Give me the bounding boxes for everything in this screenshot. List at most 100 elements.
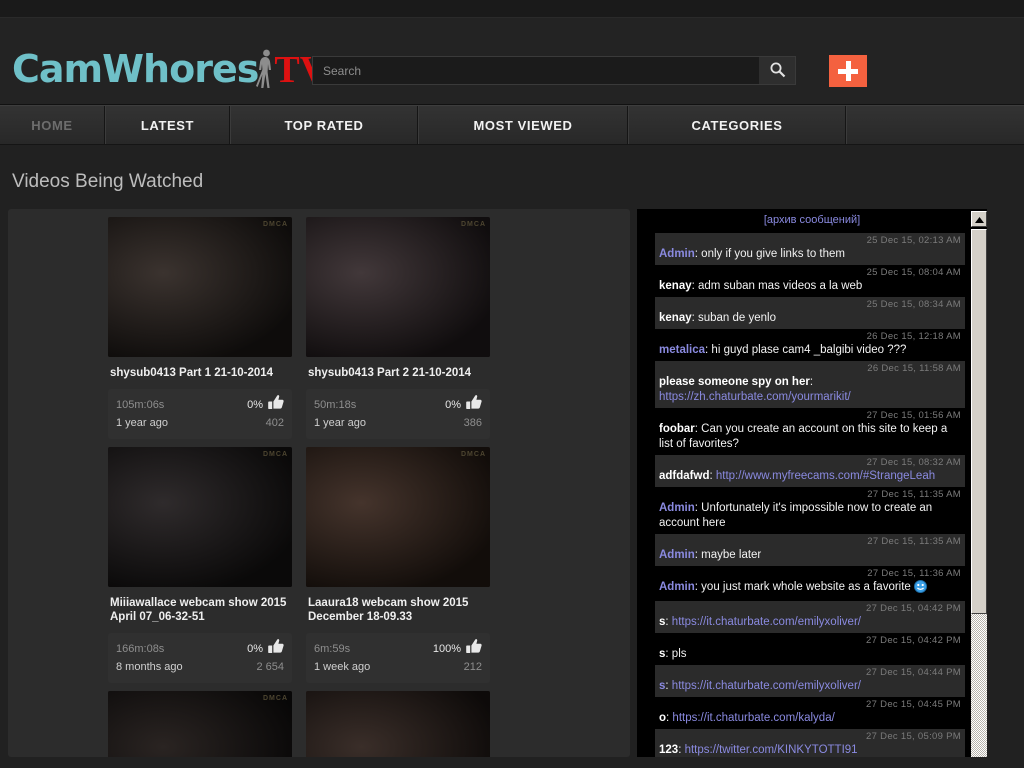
video-title[interactable]: Laaura18 webcam show 2015 December 18-09… xyxy=(306,587,490,624)
chat-message-timestamp: 26 Dec 15, 12:18 AM xyxy=(866,331,961,342)
chat-message-author[interactable]: foobar xyxy=(659,423,695,435)
chat-message-line: kenay: suban de yenlo xyxy=(659,311,961,326)
chat-message-text: : xyxy=(809,376,814,388)
chat-message-text: : adm suban mas videos a la web xyxy=(691,280,863,292)
chat-message-author[interactable]: kenay xyxy=(659,312,692,324)
chat-message-author[interactable]: Admin xyxy=(659,581,695,593)
chat-message: 27 Dec 15, 04:42 PM s: pls xyxy=(655,633,965,665)
video-title[interactable]: shysub0413 Part 2 21-10-2014 xyxy=(306,357,490,380)
chat-message-link[interactable]: https://zh.chaturbate.com/yourmarikit/ xyxy=(659,391,851,403)
video-thumbnail[interactable] xyxy=(306,691,490,757)
chat-message-timestamp: 27 Dec 15, 11:35 AM xyxy=(867,536,961,547)
chat-message-author[interactable]: Admin xyxy=(659,549,695,561)
nav-item-latest[interactable]: LATEST xyxy=(105,106,230,144)
logo-text-camwhores: CamWhores xyxy=(12,47,259,91)
video-grid: DMCA shysub0413 Part 1 21-10-2014 105m:06s… xyxy=(108,217,528,757)
chat-message: 27 Dec 15, 04:44 PM s: https://it.chaturb… xyxy=(655,665,965,697)
nav-item-top-rated[interactable]: TOP RATED xyxy=(230,106,418,144)
smiley-blue-icon xyxy=(914,580,928,598)
chat-message: 27 Dec 15, 11:36 AM Admin: you just mark … xyxy=(655,566,965,601)
video-thumbnail[interactable]: DMCA xyxy=(306,217,490,357)
chat-message-author[interactable]: metalica xyxy=(659,344,705,356)
video-added-date: 8 months ago xyxy=(116,661,183,673)
chat-message-link[interactable]: http://www.myfreecams.com/#StrangeLeah xyxy=(716,470,935,482)
video-view-count: 386 xyxy=(463,417,482,429)
chat-message-text: : suban de yenlo xyxy=(691,312,777,324)
chat-message: 25 Dec 15, 08:34 AM kenay: suban de yenlo xyxy=(655,297,965,329)
chat-message-line: s: pls xyxy=(659,647,961,662)
chat-scrollbar[interactable] xyxy=(969,209,987,757)
video-list-container: DMCA shysub0413 Part 1 21-10-2014 105m:06s… xyxy=(8,209,630,757)
video-thumbnail[interactable]: DMCA xyxy=(108,691,292,757)
chat-message-link[interactable]: https://it.chaturbate.com/emilyxoliver/ xyxy=(672,616,861,628)
video-item[interactable] xyxy=(306,691,496,757)
nav-item-categories[interactable]: CATEGORIES xyxy=(628,106,846,144)
video-item[interactable]: DMCA Laaura18 webcam show 2015 December 1… xyxy=(306,447,496,683)
nav-item-home[interactable]: HOME xyxy=(0,106,105,144)
video-duration: 50m:18s xyxy=(314,399,357,411)
chat-message-timestamp: 27 Dec 15, 04:42 PM xyxy=(866,635,961,646)
thumbnail-image xyxy=(306,217,490,357)
video-meta-row-bottom: 1 year ago 402 xyxy=(116,415,284,431)
chat-message-line: kenay: adm suban mas videos a la web xyxy=(659,279,961,294)
scroll-up-button[interactable] xyxy=(971,211,987,227)
video-title[interactable]: Miiiawallace webcam show 2015 April 07_0… xyxy=(108,587,292,624)
video-view-count: 212 xyxy=(463,661,482,673)
chat-message: 27 Dec 15, 11:35 AM Admin: maybe later xyxy=(655,534,965,566)
video-meta-row-bottom: 1 year ago 386 xyxy=(314,415,482,431)
thumbnail-image xyxy=(306,691,490,757)
video-item[interactable]: DMCA Miiiawallace webcam show 2015 April … xyxy=(108,447,298,683)
chat-message-timestamp: 27 Dec 15, 01:56 AM xyxy=(866,410,961,421)
chat-message-author[interactable]: 123 xyxy=(659,744,678,756)
search-button[interactable] xyxy=(759,57,795,84)
chat-message-link[interactable]: https://twitter.com/KINKYTOTTI91 xyxy=(685,744,858,756)
chat-message-line: Admin: you just mark whole website as a … xyxy=(659,580,961,598)
thumbnail-image xyxy=(108,447,292,587)
chat-archive-link[interactable]: [архив сообщений] xyxy=(637,209,987,231)
chat-message-author[interactable]: Admin xyxy=(659,502,695,514)
chat-message-link[interactable]: https://it.chaturbate.com/kalyda/ xyxy=(672,712,834,724)
video-item[interactable]: DMCA xyxy=(108,691,298,757)
video-meta-row-top: 166m:08s 0% xyxy=(116,639,284,659)
scrollbar-thumb[interactable] xyxy=(971,229,987,614)
chat-message-timestamp: 27 Dec 15, 04:45 PM xyxy=(866,699,961,710)
video-thumbnail[interactable]: DMCA xyxy=(306,447,490,587)
chat-message-line: foobar: Can you create an account on thi… xyxy=(659,422,961,452)
woman-silhouette-icon xyxy=(254,48,276,90)
video-title[interactable]: shysub0413 Part 1 21-10-2014 xyxy=(108,357,292,380)
site-logo[interactable]: CamWhores TV xyxy=(12,48,327,90)
video-item[interactable]: DMCA shysub0413 Part 1 21-10-2014 105m:06s… xyxy=(108,217,298,439)
video-rating-value: 0% xyxy=(247,643,263,655)
chat-message-link[interactable]: https://it.chaturbate.com/emilyxoliver/ xyxy=(672,680,861,692)
video-duration: 105m:06s xyxy=(116,399,165,411)
video-meta: 6m:59s 100% 1 week ago 212 xyxy=(306,633,490,683)
chat-message-text: : Can you create an account on this site… xyxy=(659,423,948,450)
video-meta-row-top: 50m:18s 0% xyxy=(314,395,482,415)
nav-item-most-viewed[interactable]: MOST VIEWED xyxy=(418,106,628,144)
video-duration: 166m:08s xyxy=(116,643,165,655)
chat-message: 27 Dec 15, 05:09 PM 123: https://twitter.… xyxy=(655,729,965,757)
chat-message-author[interactable]: o xyxy=(659,712,666,724)
chat-message-line: Admin: Unfortunately it's impossible now… xyxy=(659,501,961,531)
video-meta-row-top: 105m:06s 0% xyxy=(116,395,284,415)
video-view-count: 402 xyxy=(265,417,284,429)
video-meta: 50m:18s 0% 1 year ago 386 xyxy=(306,389,490,439)
dmca-watermark-icon: DMCA xyxy=(263,695,288,702)
video-thumbnail[interactable]: DMCA xyxy=(108,447,292,587)
search-input[interactable] xyxy=(313,57,759,84)
search-icon xyxy=(769,61,786,81)
video-added-date: 1 year ago xyxy=(314,417,366,429)
video-item[interactable]: DMCA shysub0413 Part 2 21-10-2014 50m:18s 0… xyxy=(306,217,496,439)
chat-message: 27 Dec 15, 11:35 AM Admin: Unfortunately … xyxy=(655,487,965,534)
chat-message-line: please someone spy on her: https://zh.ch… xyxy=(659,375,961,405)
video-meta: 166m:08s 0% 8 months ago 2 654 xyxy=(108,633,292,683)
chat-message-author[interactable]: please someone spy on her xyxy=(659,376,810,388)
chat-message-timestamp: 27 Dec 15, 11:36 AM xyxy=(867,568,961,579)
video-rating-value: 0% xyxy=(247,399,263,411)
chat-message-author[interactable]: kenay xyxy=(659,280,692,292)
chat-message-author[interactable]: Admin xyxy=(659,248,695,260)
add-video-button[interactable] xyxy=(829,55,867,87)
video-thumbnail[interactable]: DMCA xyxy=(108,217,292,357)
chat-message-author[interactable]: adfdafwd xyxy=(659,470,709,482)
video-rating-value: 0% xyxy=(445,399,461,411)
